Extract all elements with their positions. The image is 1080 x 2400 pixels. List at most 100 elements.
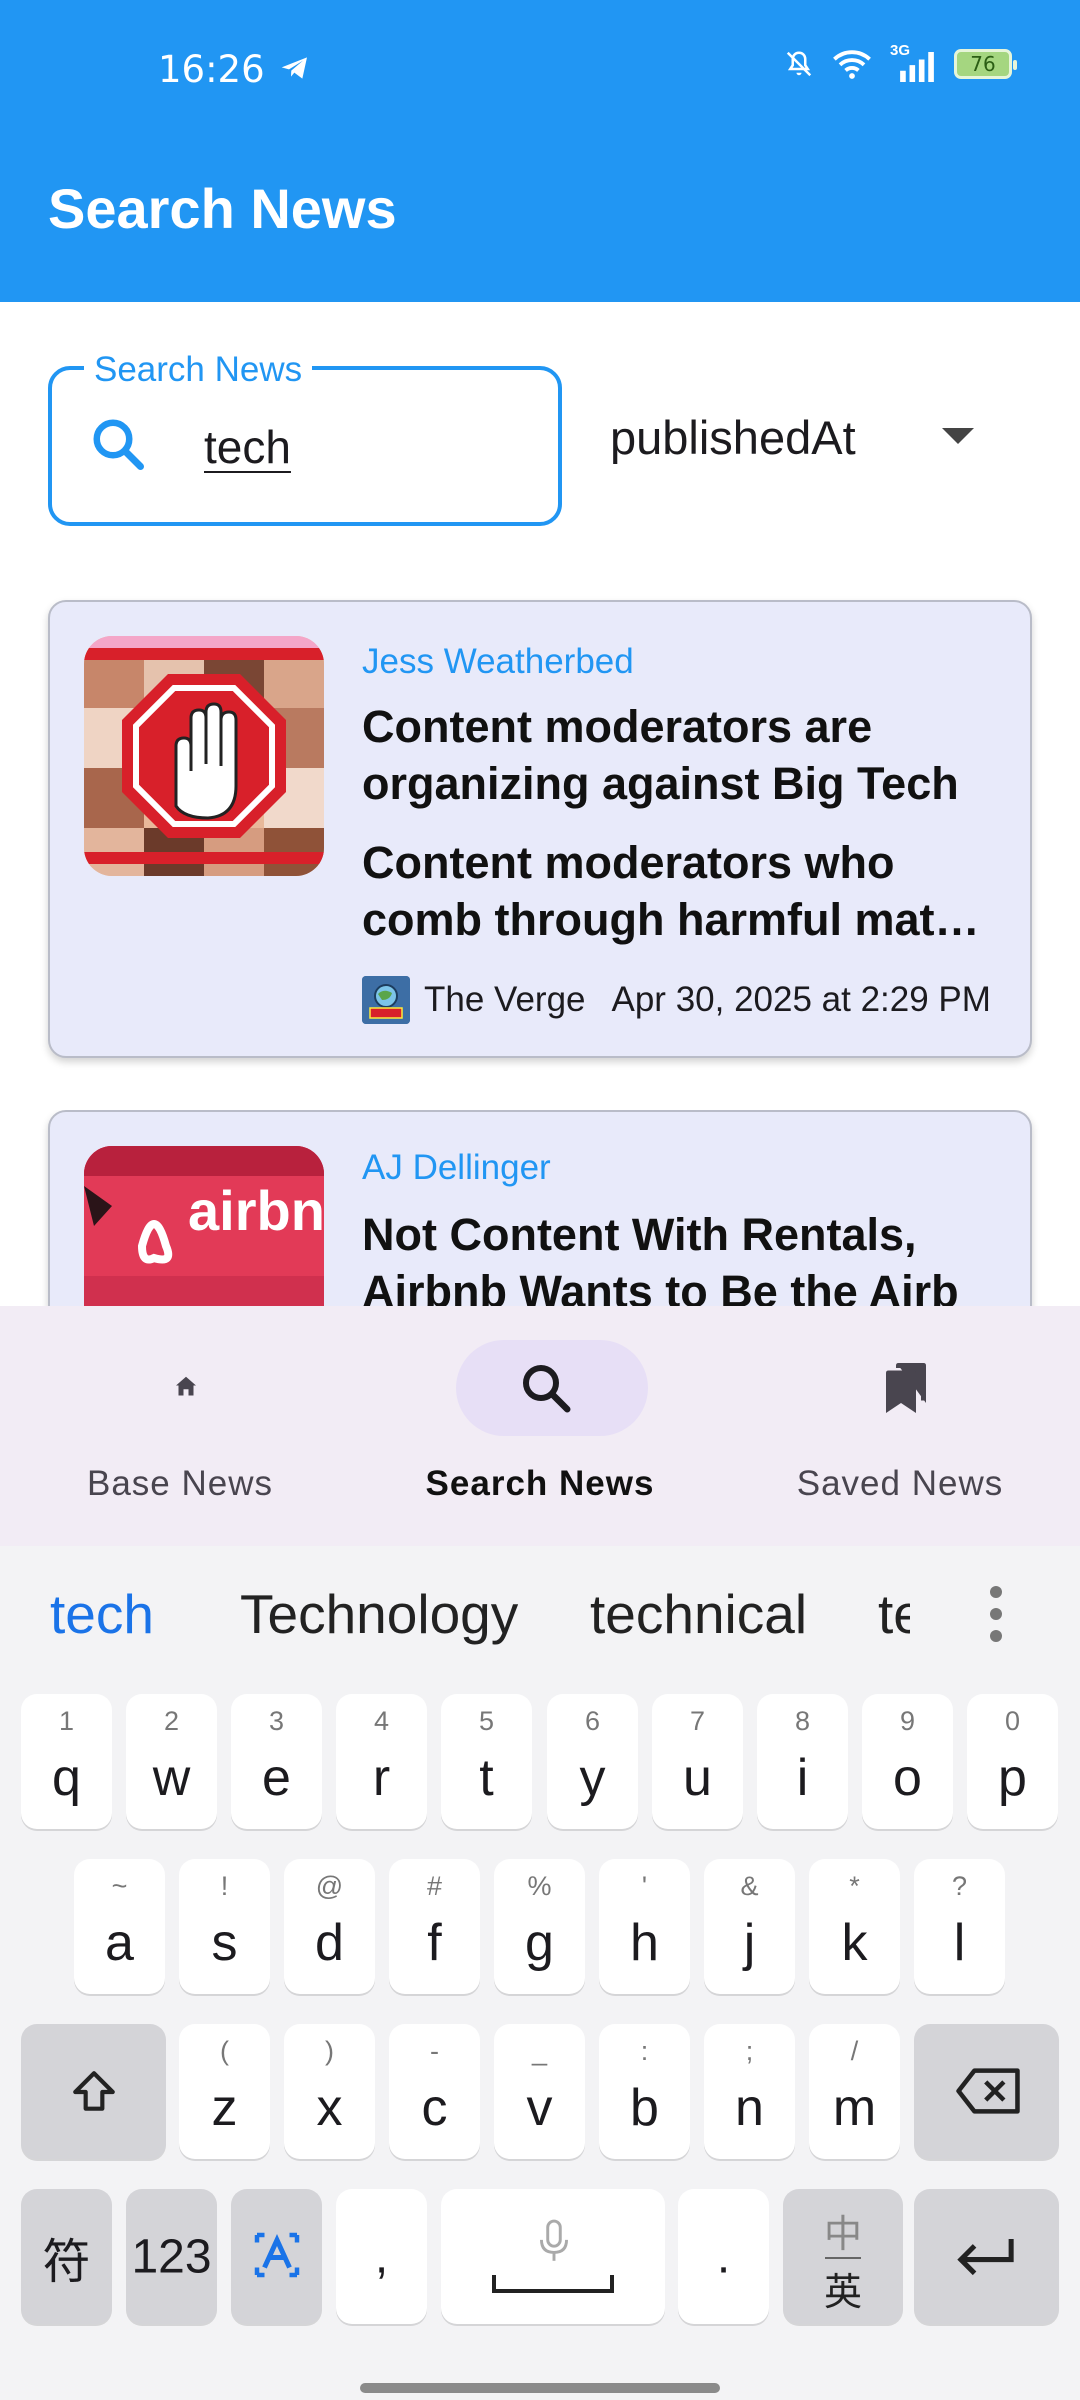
suggestion-item[interactable]: technical [590, 1582, 807, 1646]
key-label: r [372, 1749, 391, 1807]
key-hint: * [849, 1871, 860, 1901]
nav-label: Saved News [796, 1464, 1004, 1503]
more-vert-icon[interactable] [990, 1586, 1002, 1642]
key-d[interactable]: @ d [284, 1859, 375, 1994]
key-label: m [832, 2079, 877, 2137]
symbols-key[interactable]: 符 [21, 2189, 112, 2324]
key-o[interactable]: 9o [862, 1694, 953, 1829]
key-a[interactable]: ~ a [74, 1859, 165, 1994]
key-label: e [262, 1749, 291, 1807]
key-s[interactable]: ! s [179, 1859, 270, 1994]
article-card[interactable]: airbn AJ Dellinger Not Content With Rent… [48, 1110, 1032, 1306]
key-i[interactable]: 8i [757, 1694, 848, 1829]
key-hint: % [527, 1871, 552, 1901]
key-j[interactable]: & j [704, 1859, 795, 1994]
bottom-navigation: Base News Search News Saved News [0, 1306, 1080, 1546]
gesture-home-bar[interactable] [360, 2383, 720, 2393]
article-thumbnail: airbn [84, 1146, 324, 1306]
article-thumbnail-text: airbn [188, 1179, 324, 1242]
key-w[interactable]: 2w [126, 1694, 217, 1829]
search-input-label: Search News [84, 350, 313, 390]
key-label: c [421, 2079, 448, 2137]
key-k[interactable]: * k [809, 1859, 900, 1994]
key-hint: 4 [373, 1706, 390, 1736]
suggestion-item[interactable]: te [878, 1582, 910, 1646]
key-label: d [315, 1914, 344, 1972]
key-p[interactable]: 0p [967, 1694, 1058, 1829]
article-author: Jess Weatherbed [362, 642, 634, 681]
soft-keyboard: tech Technology technical te 1q 2w 3e 4r… [0, 1546, 1080, 2400]
article-source: The Verge [424, 980, 586, 1019]
key-label: w [152, 1749, 191, 1807]
sort-selected-value: publishedAt [610, 411, 856, 464]
key-l[interactable]: ? l [914, 1859, 1005, 1994]
key-label: u [683, 1749, 712, 1807]
key-f[interactable]: # f [389, 1859, 480, 1994]
key-y[interactable]: 6y [547, 1694, 638, 1829]
key-label: 英 [823, 2270, 862, 2314]
sort-dropdown[interactable]: publishedAt [610, 406, 1010, 476]
backspace-key[interactable] [914, 2024, 1059, 2159]
telegram-icon [281, 57, 307, 79]
shift-key[interactable] [21, 2024, 166, 2159]
key-u[interactable]: 7u [652, 1694, 743, 1829]
suggestion-item[interactable]: Technology [240, 1582, 518, 1646]
search-input-value[interactable]: tech [204, 420, 291, 474]
numbers-key[interactable]: 123 [126, 2189, 217, 2324]
enter-key[interactable] [914, 2189, 1059, 2324]
suggestion-item[interactable]: tech [50, 1582, 154, 1646]
key-x[interactable]: ) x [284, 2024, 375, 2159]
key-t[interactable]: 5t [441, 1694, 532, 1829]
article-card[interactable]: Jess Weatherbed Content moderators are o… [48, 600, 1032, 1058]
key-label: g [525, 1914, 554, 1972]
key-label: o [893, 1749, 922, 1807]
key-hint: 2 [163, 1706, 180, 1736]
key-b[interactable]: :b [599, 2024, 690, 2159]
key-hint: 3 [268, 1706, 285, 1736]
period-key[interactable]: . [678, 2189, 769, 2324]
nav-item-search-news[interactable]: Search News [360, 1306, 720, 1546]
key-label: t [479, 1749, 494, 1807]
key-c[interactable]: -c [389, 2024, 480, 2159]
key-label: n [735, 2079, 764, 2137]
key-n[interactable]: ; n [704, 2024, 795, 2159]
key-label: , [374, 2230, 389, 2283]
key-label: s [211, 1914, 238, 1972]
article-thumbnail [84, 636, 324, 876]
article-list-clip: airbn AJ Dellinger Not Content With Rent… [0, 1110, 1080, 1306]
chevron-down-icon [942, 428, 974, 444]
key-m[interactable]: / m [809, 2024, 900, 2159]
key-hint: ; [745, 2036, 754, 2066]
bookmarks-icon [886, 1363, 926, 1413]
key-e[interactable]: 3e [231, 1694, 322, 1829]
comma-key[interactable]: , [336, 2189, 427, 2324]
key-r[interactable]: 4r [336, 1694, 427, 1829]
key-label: y [579, 1749, 606, 1807]
key-label: a [105, 1914, 134, 1972]
key-label: i [796, 1749, 809, 1807]
nav-item-base-news[interactable]: Base News [0, 1306, 360, 1546]
key-hint: 7 [689, 1706, 706, 1736]
key-label: j [743, 1914, 756, 1972]
article-date: Apr 30, 2025 at 2:29 PM [611, 980, 991, 1019]
space-key[interactable] [441, 2189, 665, 2324]
enter-icon [957, 2239, 1014, 2276]
key-hint: 6 [584, 1706, 601, 1736]
key-hint: 8 [794, 1706, 811, 1736]
key-q[interactable]: 1q [21, 1694, 112, 1829]
key-g[interactable]: % g [494, 1859, 585, 1994]
article-description-line: comb through harmful mat… [362, 894, 980, 945]
article-title: Not Content With Rentals, Airbnb Wants t… [362, 1209, 959, 1306]
language-switch-key[interactable]: 中 英 [783, 2189, 903, 2324]
nav-item-saved-news[interactable]: Saved News [720, 1306, 1080, 1546]
text-recognition-icon [254, 2232, 300, 2278]
status-bar: 16:26 3G 76 [0, 0, 1080, 135]
key-hint: - [430, 2036, 439, 2066]
news-source-icon [362, 976, 410, 1024]
page-title: Search News [48, 177, 397, 240]
key-z[interactable]: (z [179, 2024, 270, 2159]
key-h[interactable]: ' h [599, 1859, 690, 1994]
handwriting-mode-key[interactable] [231, 2189, 322, 2324]
key-v[interactable]: _ v [494, 2024, 585, 2159]
key-hint: @ [315, 1871, 344, 1901]
